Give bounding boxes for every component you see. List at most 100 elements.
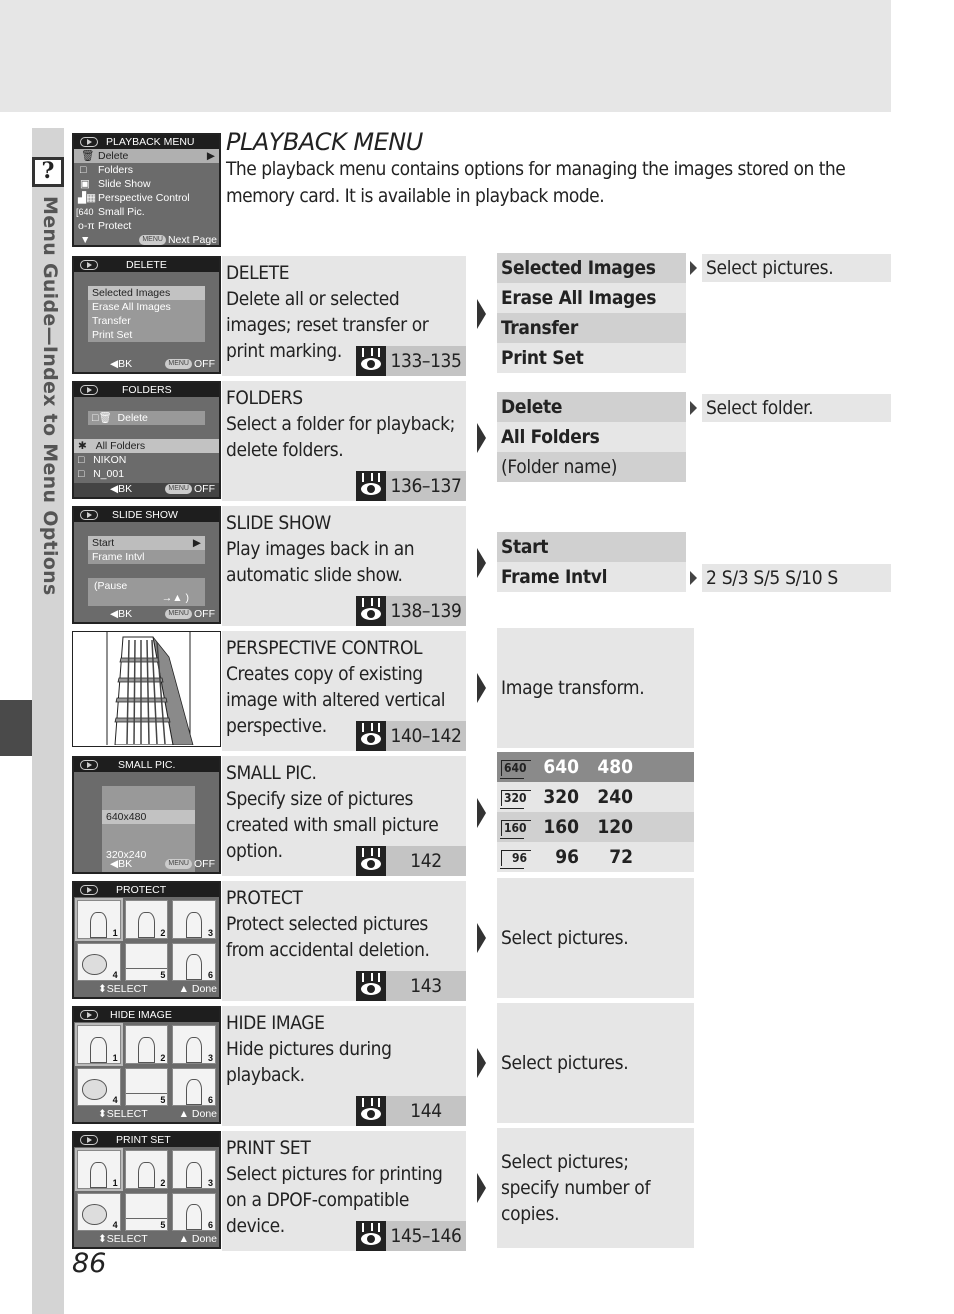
arrow-right-icon — [690, 571, 697, 585]
eye-icon — [356, 721, 386, 751]
lcd-list-item: 640x480 — [102, 810, 195, 824]
select-label: ⬍SELECT — [98, 1108, 148, 1120]
menu-row-delete: DELETE Selected Images Erase All Images … — [72, 256, 466, 376]
print-set-description: PRINT SET Select pictures for printing o… — [222, 1131, 466, 1251]
intro-text: The playback menu contains options for m… — [226, 158, 846, 207]
lcd-list-item: Frame Intvl — [88, 550, 205, 564]
size-160-icon: 160 — [500, 820, 531, 839]
print-set-lcd: PRINT SET 1 2 3 4 5 6 ⬍SELECT ▲ Done — [72, 1131, 221, 1249]
eye-icon — [356, 1221, 386, 1251]
arrow-right-icon — [477, 798, 486, 828]
done-label: Done — [191, 1108, 217, 1120]
lcd-title: HIDE IMAGE — [110, 1009, 172, 1021]
lcd-menu-item: [640 Small Pic. — [76, 206, 145, 218]
arrow-right-icon — [477, 673, 486, 703]
protect-description: PROTECT Protect selected pictures from a… — [222, 881, 466, 1001]
thumbnail: 3 — [172, 900, 216, 939]
item-description: Hide pictures during playback. — [226, 1038, 392, 1086]
sub-option: 2 S/3 S/5 S/10 S — [702, 564, 891, 592]
eye-icon — [356, 1096, 386, 1126]
arrow-right-icon — [690, 261, 697, 275]
menu-row-protect: PROTECT 1 2 3 4 5 6 ⬍SELECT ▲ Done PROTEC… — [72, 881, 466, 1001]
lcd-title: PLAYBACK MENU — [106, 136, 195, 148]
page-reference: 144 — [356, 1096, 466, 1126]
hide-image-info: Select pictures. — [497, 1003, 694, 1123]
arrow-right-icon — [690, 401, 697, 415]
thumbnail: 1 — [75, 1023, 123, 1066]
page-reference: 145–146 — [356, 1221, 466, 1251]
lcd-menu-item: ▟▦ Perspective Control — [78, 192, 190, 204]
thumbnail: 3 — [172, 1025, 216, 1064]
thumbnail: 1 — [75, 1148, 123, 1191]
item-title: PRINT SET — [226, 1137, 311, 1159]
item-description: Play images back in an automatic slide s… — [226, 538, 415, 586]
size-640-icon: 640 — [500, 760, 531, 779]
arrow-right-icon: ▶ — [206, 150, 215, 162]
perspective-info: Image transform. — [497, 628, 694, 748]
perspective-icon: ▟▦ — [78, 192, 96, 204]
slideshow-options: Start Frame Intvl — [497, 532, 686, 592]
option-item: Selected Images — [497, 253, 686, 283]
lcd-list-item: Selected Images — [88, 286, 205, 300]
page-reference: 142 — [356, 846, 466, 876]
item-title: DELETE — [226, 262, 290, 284]
smallpic-lcd: SMALL PIC. 640x480 320x240 160x120 96x 7… — [72, 756, 221, 874]
lcd-title: PROTECT — [116, 884, 167, 896]
item-title: PERSPECTIVE CONTROL — [226, 637, 423, 659]
lcd-footer: ▼ MENU Next Page — [80, 234, 217, 246]
thumbnail: 2 — [124, 1025, 169, 1064]
thumbnail: 4 — [77, 1067, 121, 1106]
back-label: ◀BK — [110, 358, 133, 370]
play-icon — [80, 1135, 98, 1146]
thumbnail-grid: 1 2 3 4 5 6 — [75, 1023, 216, 1106]
thumbnail: 6 — [172, 1192, 216, 1231]
item-title: FOLDERS — [226, 387, 303, 409]
page-reference: 133–135 — [356, 346, 466, 376]
arrow-right-icon — [477, 1048, 486, 1078]
hide-image-lcd: HIDE IMAGE 1 2 3 4 5 6 ⬍SELECT ▲ Done — [72, 1006, 221, 1124]
back-label: ◀BK — [110, 858, 133, 870]
lcd-menu-item: 🗑 Delete ▶ — [74, 149, 219, 163]
size-option: 320 320 240 — [497, 782, 694, 812]
play-icon — [80, 510, 98, 521]
delete-options: Selected Images Erase All Images Transfe… — [497, 253, 686, 373]
section-title: PLAYBACK MENU — [226, 128, 423, 156]
option-item: Start — [497, 532, 686, 562]
item-description: Protect selected pictures from accidenta… — [226, 913, 430, 961]
sub-option: Select pictures. — [702, 254, 891, 282]
option-item: Frame Intvl — [497, 562, 686, 592]
lcd-title: SMALL PIC. — [118, 759, 176, 771]
folders-description: FOLDERS Select a folder for playback; de… — [222, 381, 466, 501]
item-title: SLIDE SHOW — [226, 512, 331, 534]
menu-button-icon: MENU — [165, 359, 192, 370]
lcd-list-item: Start ▶ — [88, 536, 205, 550]
thumbnail: 5 — [124, 1192, 169, 1231]
option-item: Erase All Images — [497, 283, 686, 313]
thumbnail: 6 — [172, 1067, 216, 1106]
lcd-pause-note: (Pause →▲ ) — [88, 578, 205, 606]
page-reference: 143 — [356, 971, 466, 1001]
option-item: All Folders — [497, 422, 686, 452]
small-pic-icon: [640 — [76, 207, 94, 217]
play-icon — [80, 1010, 98, 1021]
item-title: PROTECT — [226, 887, 303, 909]
eye-icon — [356, 846, 386, 876]
lcd-list-item: □🗑 Delete — [88, 411, 205, 425]
eye-icon — [356, 971, 386, 1001]
hide-image-description: HIDE IMAGE Hide pictures during playback… — [222, 1006, 466, 1126]
folders-lcd: FOLDERS □🗑 Delete ✱ All Folders □ NIKON … — [72, 381, 221, 499]
back-label: ◀BK — [110, 608, 133, 620]
arrow-right-icon — [477, 1173, 486, 1203]
thumbnail-grid: 1 2 3 4 5 6 — [75, 898, 216, 981]
done-label: Done — [191, 983, 217, 995]
menu-row-print-set: PRINT SET 1 2 3 4 5 6 ⬍SELECT ▲ Done PRIN… — [72, 1131, 466, 1251]
arrow-right-icon — [477, 423, 486, 453]
lcd-menu-item: □ Folders — [80, 164, 134, 176]
thumbnail: 1 — [75, 898, 123, 941]
chapter-tab-marker — [0, 700, 32, 756]
delete-description: DELETE Delete all or selected images; re… — [222, 256, 466, 376]
arrow-right-icon — [477, 923, 486, 953]
arrow-right-icon — [477, 299, 486, 329]
thumbnail: 4 — [77, 1192, 121, 1231]
thumbnail-grid: 1 2 3 4 5 6 — [75, 1148, 216, 1231]
